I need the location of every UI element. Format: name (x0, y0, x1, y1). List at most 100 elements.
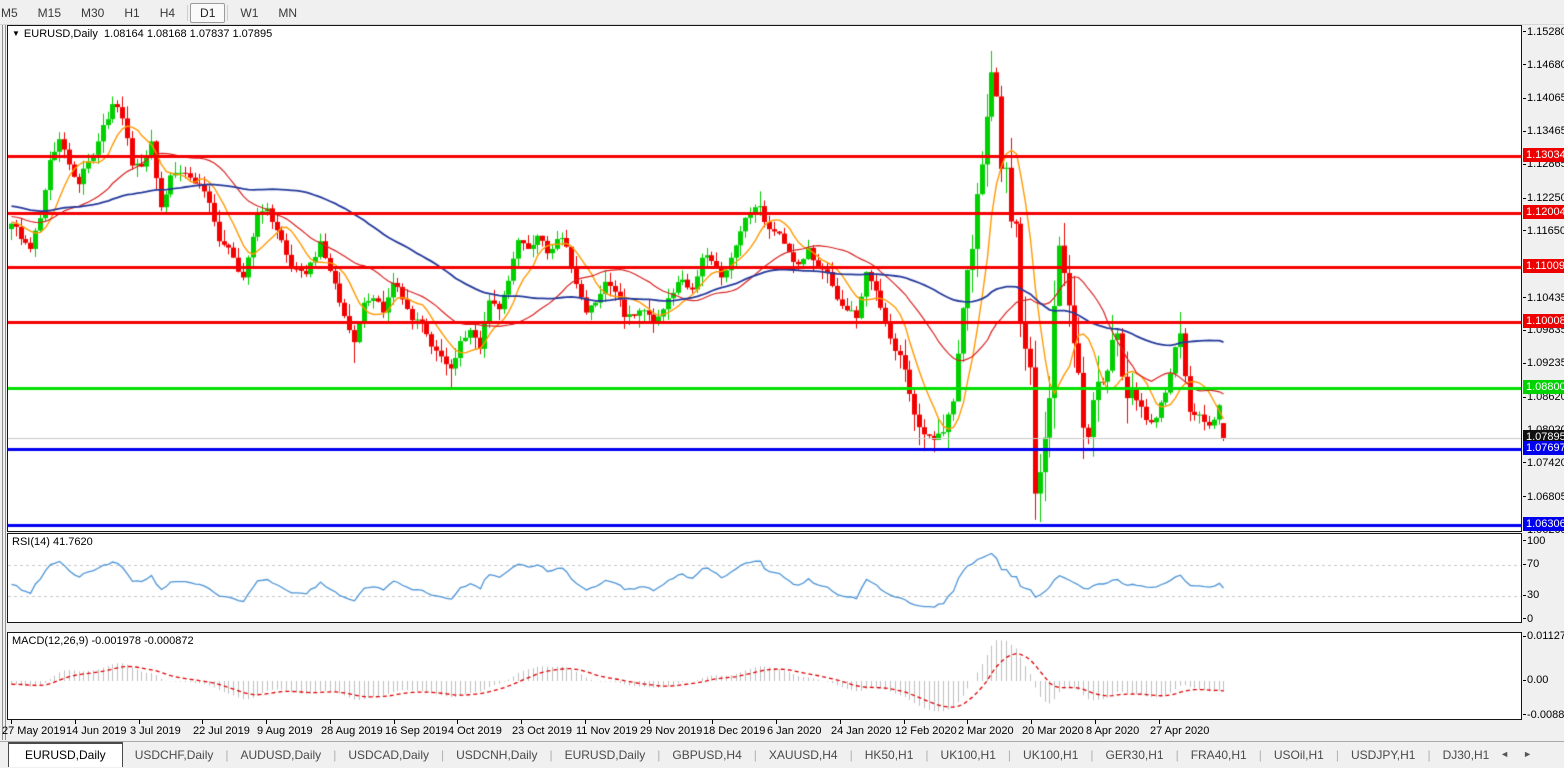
price-tickmark (1523, 362, 1526, 364)
price-tickmark (1523, 230, 1526, 232)
quote-open: 1.08164 (104, 28, 144, 40)
symbol-name: EURUSD,Daily (23, 28, 98, 40)
chart-tab-hk50-h1[interactable]: HK50,H1 (853, 743, 926, 766)
chart-tab-usdcad-daily[interactable]: USDCAD,Daily (336, 743, 441, 766)
date-tickmark (776, 720, 777, 724)
price-tick-label: 1.09235 (1527, 357, 1564, 370)
date-label: 22 Jul 2019 (193, 725, 250, 737)
macd-tickmark (1523, 635, 1526, 637)
price-level-label: 1.08800 (1523, 380, 1564, 395)
date-label: 29 Nov 2019 (640, 725, 703, 737)
date-label: 12 Feb 2020 (895, 725, 957, 737)
chart-tab-ger30-h1[interactable]: GER30,H1 (1094, 743, 1176, 766)
trading-terminal-window: { "toolbar": { "timeframes": ["M5", "M15… (0, 0, 1564, 768)
chart-tab-usoil-h1[interactable]: USOil,H1 (1262, 743, 1336, 766)
rsi-tick-label: 100 (1527, 534, 1546, 547)
date-label: 20 Mar 2020 (1022, 725, 1084, 737)
rsi-tickmark (1523, 563, 1526, 565)
pane-splitter[interactable] (5, 25, 6, 740)
rsi-chart-canvas[interactable] (8, 534, 1521, 622)
date-tickmark (840, 720, 841, 724)
chart-tab-audusd-daily[interactable]: AUDUSD,Daily (229, 743, 334, 766)
price-tick-label: 1.13465 (1527, 125, 1564, 138)
timeframe-button-m15[interactable]: M15 (28, 3, 71, 23)
timeframe-button-m5[interactable]: M5 (0, 3, 28, 23)
date-tickmark (1159, 720, 1160, 724)
price-level-label: 1.10008 (1523, 313, 1564, 328)
window-edge-line (2, 25, 3, 740)
rsi-tickmark (1523, 594, 1526, 596)
chart-tab-uk100-h1[interactable]: UK100,H1 (929, 743, 1008, 766)
macd-tickmark (1523, 714, 1526, 715)
price-tickmark (1523, 130, 1526, 132)
date-label: 27 Apr 2020 (1150, 725, 1210, 737)
date-label: 18 Dec 2019 (703, 725, 766, 737)
candlestick-chart-canvas[interactable] (8, 26, 1521, 531)
timeframe-button-d1[interactable]: D1 (190, 3, 226, 23)
rsi-tickmark (1523, 618, 1526, 620)
date-tickmark (139, 720, 140, 724)
tab-scroll-arrows: ◄► (1500, 749, 1546, 759)
date-label: 27 May 2019 (2, 725, 66, 737)
date-tickmark (649, 720, 650, 724)
chart-tab-uk100-h1[interactable]: UK100,H1 (1011, 743, 1090, 766)
chart-tab-usdjpy-h1[interactable]: USDJPY,H1 (1339, 743, 1427, 766)
rsi-label: RSI(14) 41.7620 (12, 536, 93, 548)
macd-tick-label: 0.011277 (1527, 630, 1564, 642)
date-tickmark (394, 720, 395, 724)
tab-scroll-left-icon[interactable]: ◄ (1500, 749, 1523, 759)
chart-tab-usdcnh-daily[interactable]: USDCNH,Daily (444, 743, 549, 766)
timeframe-button-h4[interactable]: H4 (150, 3, 185, 23)
chevron-down-icon[interactable]: ▼ (12, 29, 20, 38)
chart-tab-xauusd-h4[interactable]: XAUUSD,H4 (757, 743, 850, 766)
price-tick-label: 1.11650 (1527, 224, 1564, 237)
price-tickmark (1523, 64, 1526, 66)
price-tick-label: 1.12250 (1527, 192, 1564, 204)
timeframe-button-h1[interactable]: H1 (114, 3, 149, 23)
chart-tab-eurusd-daily[interactable]: EURUSD,Daily (553, 743, 658, 766)
price-level-label: 1.13034 (1523, 148, 1564, 162)
chart-tab-gbpusd-h4[interactable]: GBPUSD,H4 (660, 743, 753, 766)
date-label: 23 Oct 2019 (512, 725, 572, 737)
date-tickmark (1095, 720, 1096, 724)
date-tickmark (330, 720, 331, 724)
date-tickmark (967, 720, 968, 724)
chart-tab-usdchf-daily[interactable]: USDCHF,Daily (123, 743, 226, 766)
macd-tickmark (1523, 679, 1526, 681)
timeframe-button-m30[interactable]: M30 (71, 3, 114, 23)
price-level-label: 1.11009 (1523, 259, 1564, 274)
price-level-label: 1.12004 (1523, 204, 1564, 219)
macd-label: MACD(12,26,9) -0.001978 -0.000872 (12, 635, 194, 647)
price-tick-label: 1.14065 (1527, 92, 1564, 105)
date-tickmark (457, 720, 458, 724)
chart-tab-dj30-h1[interactable]: DJ30,H1 (1431, 743, 1502, 766)
tab-scroll-right-icon[interactable]: ► (1523, 749, 1546, 759)
quote-low: 1.07837 (189, 28, 230, 40)
price-tickmark (1523, 329, 1526, 331)
rsi-indicator-pane[interactable]: RSI(14) 41.7620 (7, 533, 1522, 623)
rsi-tick-label: 30 (1527, 589, 1540, 602)
chart-tab-fra40-h1[interactable]: FRA40,H1 (1179, 743, 1259, 766)
date-label: 14 Jun 2019 (66, 725, 127, 737)
date-label: 6 Jan 2020 (767, 725, 822, 737)
macd-indicator-pane[interactable]: MACD(12,26,9) -0.001978 -0.000872 (7, 632, 1522, 720)
date-label: 11 Nov 2019 (576, 725, 638, 737)
date-label: 24 Jan 2020 (831, 725, 892, 737)
price-tickmark (1523, 163, 1526, 165)
chart-tab-eurusd-daily[interactable]: EURUSD,Daily (8, 742, 123, 767)
date-label: 9 Aug 2019 (257, 725, 313, 737)
macd-chart-canvas[interactable] (8, 633, 1521, 719)
date-tickmark (1031, 720, 1032, 724)
price-tick-label: 1.14680 (1527, 58, 1564, 71)
quote-close: 1.07895 (232, 28, 273, 40)
toolbar-separator (187, 4, 189, 21)
chart-tab-bar: EURUSD,Daily USDCHF,Daily | AUDUSD,Daily | US… (0, 741, 1564, 768)
price-tick-label: 1.15280 (1527, 25, 1564, 38)
date-tickmark (521, 720, 522, 724)
main-chart-pane[interactable]: ▼ EURUSD,Daily 1.08164 1.08168 1.07837 1.… (7, 25, 1522, 532)
timeframe-button-mn[interactable]: MN (268, 3, 307, 23)
price-tick-label: 1.06805 (1527, 490, 1564, 503)
timeframe-button-w1[interactable]: W1 (230, 3, 268, 23)
date-label: 16 Sep 2019 (385, 725, 448, 737)
price-tickmark (1523, 97, 1526, 99)
